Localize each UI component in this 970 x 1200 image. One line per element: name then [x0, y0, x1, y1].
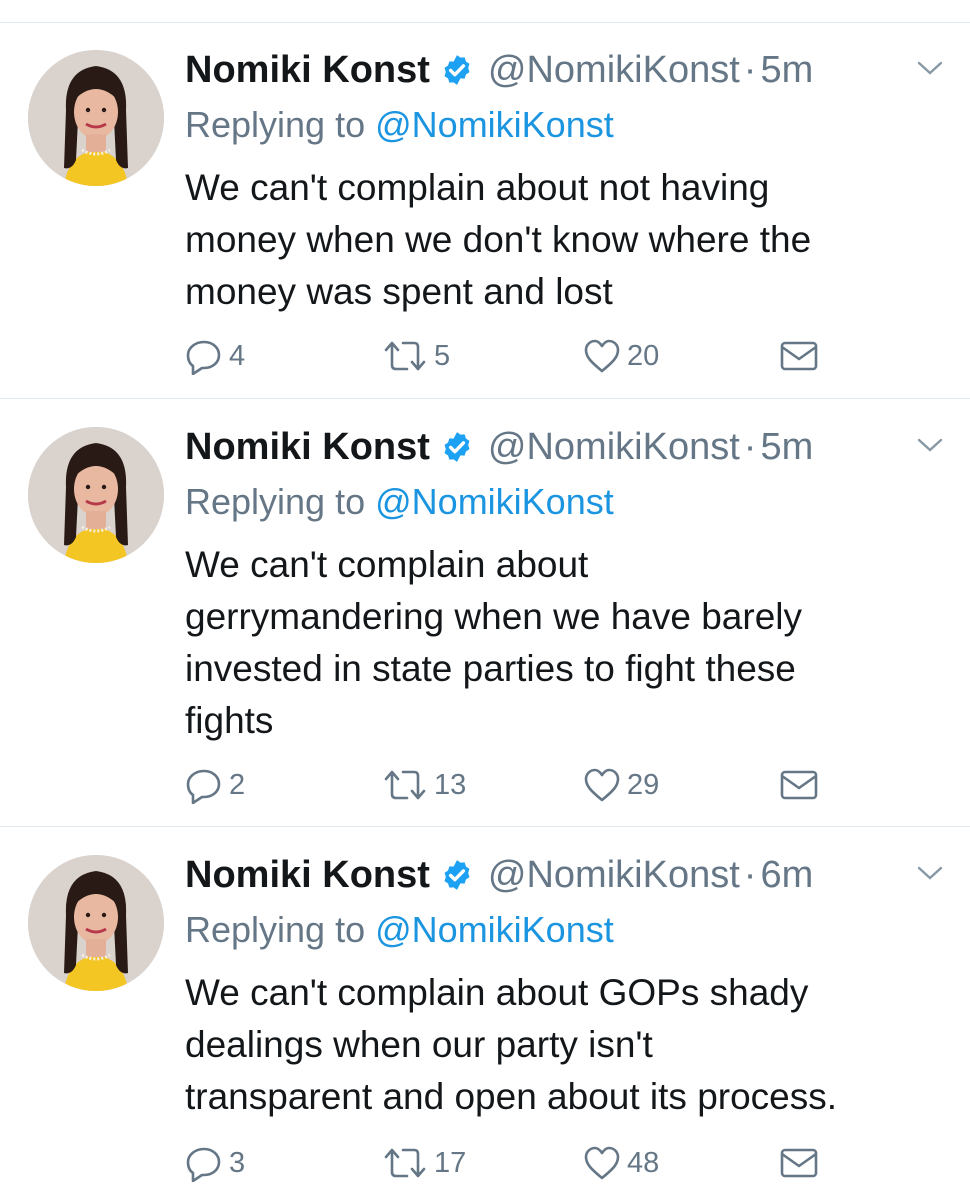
- replying-mention[interactable]: @NomikiKonst: [375, 104, 614, 145]
- tweet-actions: 2 13 29: [185, 765, 945, 805]
- tweet-text-line: We can't complain about not having: [185, 167, 770, 208]
- reply-button[interactable]: 2: [185, 765, 245, 805]
- retweet-icon: [384, 341, 426, 371]
- tweet-header: Nomiki Konst @NomikiKonst · 5m: [185, 423, 813, 471]
- separator-dot: ·: [743, 853, 757, 896]
- tweet-text: We can't complain about not having money…: [185, 162, 945, 318]
- separator-dot: ·: [743, 48, 757, 91]
- display-name[interactable]: Nomiki Konst: [185, 854, 430, 897]
- replying-to: Replying to @NomikiKonst: [185, 481, 614, 523]
- replying-to: Replying to @NomikiKonst: [185, 909, 614, 951]
- retweet-icon: [384, 1148, 426, 1178]
- tweet-header: Nomiki Konst @NomikiKonst · 6m: [185, 851, 813, 899]
- separator-dot: ·: [743, 425, 757, 468]
- chevron-down-icon[interactable]: [916, 863, 944, 883]
- reply-count: 2: [229, 768, 246, 801]
- like-count: 29: [627, 768, 660, 801]
- timestamp[interactable]: 5m: [760, 426, 813, 469]
- tweet-text-line: We can't complain about GOPs shady: [185, 972, 809, 1013]
- tweet-text-line: money when we don't know where the: [185, 219, 812, 260]
- retweet-button[interactable]: 13: [382, 765, 466, 805]
- like-icon: [584, 1146, 620, 1180]
- reply-count: 3: [229, 1146, 246, 1179]
- tweet-text-line: fights: [185, 700, 274, 741]
- message-icon: [780, 1148, 818, 1178]
- reply-icon: [186, 769, 221, 804]
- message-icon: [780, 770, 818, 800]
- handle[interactable]: @NomikiKonst: [488, 854, 740, 897]
- retweet-button[interactable]: 17: [382, 1143, 466, 1183]
- replying-mention[interactable]: @NomikiKonst: [375, 909, 614, 950]
- reply-button[interactable]: 3: [185, 1143, 245, 1183]
- avatar[interactable]: [28, 427, 164, 563]
- retweet-icon: [384, 770, 426, 800]
- like-button[interactable]: 48: [583, 1143, 659, 1183]
- verified-badge-icon: [444, 432, 470, 462]
- tweet-text-line: We can't complain about: [185, 544, 589, 585]
- display-name[interactable]: Nomiki Konst: [185, 426, 430, 469]
- timestamp[interactable]: 6m: [760, 854, 813, 897]
- tweet-text-line: dealings when our party isn't: [185, 1024, 653, 1065]
- tweet-text: We can't complain about GOPs shady deali…: [185, 967, 945, 1123]
- replying-to: Replying to @NomikiKonst: [185, 104, 614, 146]
- reply-icon: [186, 340, 221, 375]
- handle[interactable]: @NomikiKonst: [488, 49, 740, 92]
- tweet[interactable]: Nomiki Konst @NomikiKonst · 5m Replying …: [0, 399, 970, 827]
- like-button[interactable]: 29: [583, 765, 659, 805]
- reply-icon: [186, 1147, 221, 1182]
- timestamp[interactable]: 5m: [760, 49, 813, 92]
- retweet-count: 13: [434, 768, 467, 801]
- avatar[interactable]: [28, 50, 164, 186]
- like-button[interactable]: 20: [583, 336, 659, 376]
- tweet-actions: 4 5 20: [185, 336, 945, 376]
- replying-mention[interactable]: @NomikiKonst: [375, 481, 614, 522]
- replying-prefix: Replying to: [185, 104, 366, 145]
- tweet-actions: 3 17 48: [185, 1143, 945, 1183]
- handle[interactable]: @NomikiKonst: [488, 426, 740, 469]
- tweet-text: We can't complain about gerrymandering w…: [185, 539, 945, 747]
- reply-button[interactable]: 4: [185, 336, 245, 376]
- like-count: 20: [627, 339, 660, 372]
- retweet-button[interactable]: 5: [382, 336, 450, 376]
- reply-count: 4: [229, 339, 246, 372]
- chevron-down-icon[interactable]: [916, 435, 944, 455]
- verified-badge-icon: [444, 55, 470, 85]
- message-icon: [780, 341, 818, 371]
- replying-prefix: Replying to: [185, 909, 366, 950]
- like-count: 48: [627, 1146, 660, 1179]
- retweet-count: 5: [434, 339, 451, 372]
- tweet-header: Nomiki Konst @NomikiKonst · 5m: [185, 46, 813, 94]
- verified-badge-icon: [444, 860, 470, 890]
- message-button[interactable]: [779, 765, 819, 805]
- message-button[interactable]: [779, 1143, 819, 1183]
- replying-prefix: Replying to: [185, 481, 366, 522]
- avatar[interactable]: [28, 855, 164, 991]
- chevron-down-icon[interactable]: [916, 58, 944, 78]
- top-divider: [0, 0, 970, 23]
- like-icon: [584, 339, 620, 373]
- tweet-text-line: money was spent and lost: [185, 271, 613, 312]
- tweet-text-line: transparent and open about its process.: [185, 1076, 838, 1117]
- tweet[interactable]: Nomiki Konst @NomikiKonst · 6m Replying …: [0, 827, 970, 1200]
- display-name[interactable]: Nomiki Konst: [185, 49, 430, 92]
- message-button[interactable]: [779, 336, 819, 376]
- tweet-text-line: invested in state parties to fight these: [185, 648, 796, 689]
- retweet-count: 17: [434, 1146, 467, 1179]
- tweet-text-line: gerrymandering when we have barely: [185, 596, 803, 637]
- like-icon: [584, 768, 620, 802]
- tweet[interactable]: Nomiki Konst @NomikiKonst · 5m Replying …: [0, 22, 970, 399]
